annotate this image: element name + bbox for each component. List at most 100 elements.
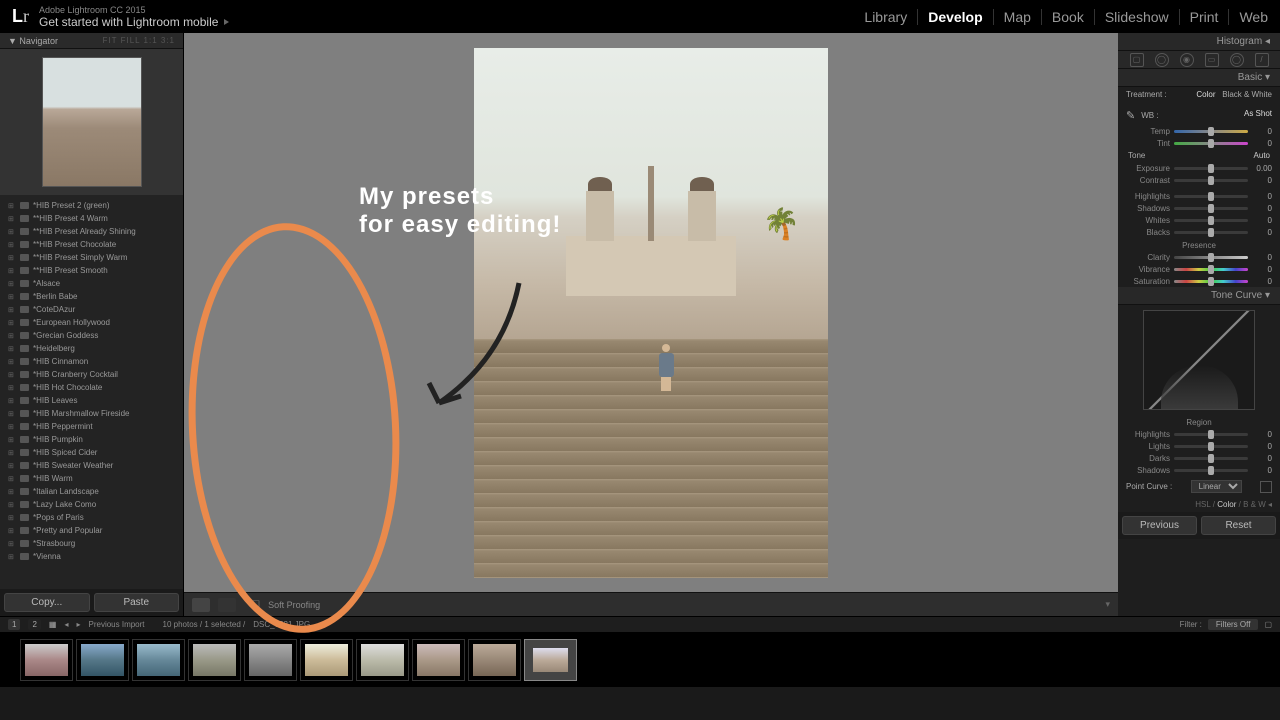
preset-item[interactable]: ⊞*Vienna (0, 550, 183, 563)
histogram-header[interactable]: Histogram ◂ (1118, 33, 1280, 51)
preset-item[interactable]: ⊞*Alsace (0, 277, 183, 290)
slider-whites[interactable]: Whites0 (1118, 214, 1280, 226)
tone-curve-graph[interactable] (1118, 305, 1280, 415)
spot-icon[interactable]: ◯ (1155, 53, 1169, 67)
filmstrip[interactable] (0, 633, 1280, 687)
module-library[interactable]: Library (854, 9, 918, 25)
crop-icon[interactable]: ▢ (1130, 53, 1144, 67)
slider-saturation[interactable]: Saturation0 (1118, 275, 1280, 287)
preset-item[interactable]: ⊞*Lazy Lake Como (0, 498, 183, 511)
preset-item[interactable]: ⊞**HIB Preset Chocolate (0, 238, 183, 251)
preset-item[interactable]: ⊞*Italian Landscape (0, 485, 183, 498)
filmstrip-thumb[interactable] (76, 639, 129, 681)
preset-item[interactable]: ⊞*Berlin Babe (0, 290, 183, 303)
preset-item[interactable]: ⊞*HIB Spiced Cider (0, 446, 183, 459)
basic-header[interactable]: Basic ▾ (1118, 69, 1280, 87)
preset-item[interactable]: ⊞*Heidelberg (0, 342, 183, 355)
preset-item[interactable]: ⊞*European Hollywood (0, 316, 183, 329)
preset-item[interactable]: ⊞*HIB Preset 2 (green) (0, 199, 183, 212)
slider-shadows[interactable]: Shadows0 (1118, 464, 1280, 476)
slider-temp[interactable]: Temp0 (1118, 125, 1280, 137)
preset-item[interactable]: ⊞*HIB Hot Chocolate (0, 381, 183, 394)
redeye-icon[interactable]: ◉ (1180, 53, 1194, 67)
tagline[interactable]: Get started with Lightroom mobile (39, 15, 854, 29)
preset-item[interactable]: ⊞*CoteDAzur (0, 303, 183, 316)
preset-item[interactable]: ⊞**HIB Preset Simply Warm (0, 251, 183, 264)
preset-item[interactable]: ⊞**HIB Preset Already Shining (0, 225, 183, 238)
treatment-color[interactable]: Color (1196, 90, 1215, 99)
previous-button[interactable]: Previous (1122, 516, 1197, 535)
slider-blacks[interactable]: Blacks0 (1118, 226, 1280, 238)
preset-item[interactable]: ⊞*Grecian Goddess (0, 329, 183, 342)
module-print[interactable]: Print (1180, 9, 1230, 25)
slider-lights[interactable]: Lights0 (1118, 440, 1280, 452)
slider-vibrance[interactable]: Vibrance0 (1118, 263, 1280, 275)
preset-item[interactable]: ⊞*HIB Cinnamon (0, 355, 183, 368)
brush-icon[interactable]: / (1255, 53, 1269, 67)
main-window-button[interactable]: 1 (8, 619, 20, 630)
copy-button[interactable]: Copy... (4, 593, 90, 612)
navigator-header[interactable]: ▼ Navigator FIT FILL 1:1 3:1 (0, 33, 183, 49)
preset-item[interactable]: ⊞*HIB Marshmallow Fireside (0, 407, 183, 420)
preset-item[interactable]: ⊞*HIB Pumpkin (0, 433, 183, 446)
wb-dropdown[interactable]: As Shot (1244, 109, 1272, 122)
slider-shadows[interactable]: Shadows0 (1118, 202, 1280, 214)
second-window-button[interactable]: 2 (28, 619, 40, 630)
hsl-header[interactable]: HSL / Color / B & W ◂ (1118, 497, 1280, 512)
module-map[interactable]: Map (994, 9, 1042, 25)
source-label[interactable]: Previous Import (89, 620, 145, 629)
filmstrip-thumb[interactable] (300, 639, 353, 681)
module-book[interactable]: Book (1042, 9, 1095, 25)
filter-lock-icon[interactable]: ▢ (1264, 620, 1272, 629)
main-photo[interactable] (474, 48, 828, 578)
filmstrip-thumb[interactable] (132, 639, 185, 681)
navigator-thumb[interactable] (0, 49, 183, 195)
reset-button[interactable]: Reset (1201, 516, 1276, 535)
radial-icon[interactable]: ◯ (1230, 53, 1244, 67)
module-develop[interactable]: Develop (918, 9, 993, 25)
preset-item[interactable]: ⊞*HIB Cranberry Cocktail (0, 368, 183, 381)
slider-clarity[interactable]: Clarity0 (1118, 251, 1280, 263)
preset-item[interactable]: ⊞*HIB Sweater Weather (0, 459, 183, 472)
auto-tone-button[interactable]: Auto (1254, 151, 1270, 160)
grad-icon[interactable]: ▭ (1205, 53, 1219, 67)
filmstrip-thumb[interactable] (188, 639, 241, 681)
paste-button[interactable]: Paste (94, 593, 180, 612)
curve-edit-icon[interactable] (1260, 481, 1272, 493)
tonecurve-header[interactable]: Tone Curve ▾ (1118, 287, 1280, 305)
soft-proofing-toggle[interactable]: Soft Proofing (268, 600, 320, 610)
preset-item[interactable]: ⊞*Pops of Paris (0, 511, 183, 524)
preset-item[interactable]: ⊞*Strasbourg (0, 537, 183, 550)
filmstrip-thumb[interactable] (356, 639, 409, 681)
filmstrip-thumb[interactable] (20, 639, 73, 681)
toolbar-chevron-icon[interactable]: ▾ (1105, 599, 1110, 610)
filters-off-button[interactable]: Filters Off (1208, 619, 1259, 630)
preset-item[interactable]: ⊞*Pretty and Popular (0, 524, 183, 537)
grid-icon[interactable]: ▦ (49, 620, 57, 629)
preset-item[interactable]: ⊞*HIB Leaves (0, 394, 183, 407)
slider-highlights[interactable]: Highlights0 (1118, 428, 1280, 440)
forward-icon[interactable]: ▸ (76, 620, 80, 629)
slider-exposure[interactable]: Exposure0.00 (1118, 162, 1280, 174)
filmstrip-thumb-selected[interactable] (524, 639, 577, 681)
loupe-view-icon[interactable] (192, 598, 210, 612)
filmstrip-thumb[interactable] (468, 639, 521, 681)
preset-item[interactable]: ⊞*HIB Peppermint (0, 420, 183, 433)
wb-picker-icon[interactable]: ✎ (1126, 109, 1135, 122)
slider-tint[interactable]: Tint0 (1118, 137, 1280, 149)
before-after-icon[interactable] (218, 598, 236, 612)
filmstrip-thumb[interactable] (244, 639, 297, 681)
slider-darks[interactable]: Darks0 (1118, 452, 1280, 464)
preset-item[interactable]: ⊞**HIB Preset 4 Warm (0, 212, 183, 225)
filmstrip-thumb[interactable] (412, 639, 465, 681)
slider-contrast[interactable]: Contrast0 (1118, 174, 1280, 186)
preset-item[interactable]: ⊞*HIB Warm (0, 472, 183, 485)
point-curve-select[interactable]: Linear (1191, 480, 1242, 493)
back-icon[interactable]: ◂ (64, 620, 68, 629)
zoom-levels[interactable]: FIT FILL 1:1 3:1 (103, 36, 175, 45)
preset-item[interactable]: ⊞**HIB Preset Smooth (0, 264, 183, 277)
treatment-bw[interactable]: Black & White (1222, 90, 1272, 99)
module-web[interactable]: Web (1229, 9, 1268, 25)
slider-highlights[interactable]: Highlights0 (1118, 190, 1280, 202)
module-slideshow[interactable]: Slideshow (1095, 9, 1180, 25)
